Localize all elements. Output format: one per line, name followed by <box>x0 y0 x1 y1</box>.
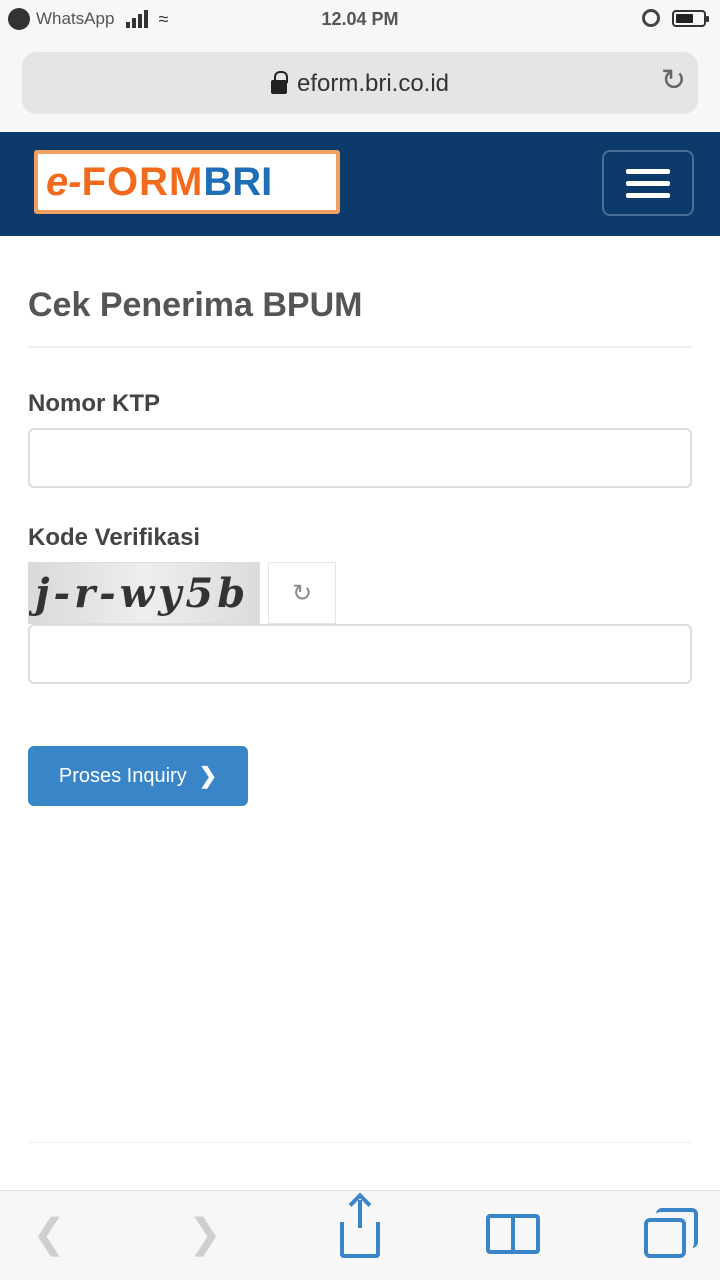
eform-bri-logo[interactable]: e- FORM BRI <box>34 150 340 214</box>
status-right <box>642 9 709 27</box>
ktp-input[interactable] <box>28 428 692 488</box>
address-bar-content: eform.bri.co.id <box>22 70 698 98</box>
process-inquiry-button[interactable]: Proses Inquiry ❯ <box>28 746 248 806</box>
hamburger-icon-line <box>626 180 670 186</box>
page-title: Cek Penerima BPUM <box>28 286 363 324</box>
process-inquiry-label: Proses Inquiry <box>58 764 187 787</box>
bookmarks-icon[interactable] <box>484 1209 542 1259</box>
captcha-refresh-button[interactable]: ↻ <box>268 562 336 624</box>
battery-icon <box>672 9 709 27</box>
orientation-lock-icon <box>642 9 660 27</box>
ktp-label: Nomor KTP <box>28 390 160 417</box>
status-time: 12.04 PM <box>321 9 399 29</box>
logo-form: FORM <box>81 159 204 204</box>
captcha-text: j-r-wy5b <box>35 569 250 617</box>
share-icon[interactable] <box>334 1200 386 1259</box>
title-divider <box>28 346 692 348</box>
forward-icon[interactable]: ❯ <box>180 1209 230 1259</box>
back-icon[interactable]: ❮ <box>24 1209 74 1259</box>
padlock-icon <box>270 71 288 94</box>
logo-e: e- <box>46 159 82 204</box>
logo-bri: BRI <box>203 159 273 204</box>
footer-divider <box>28 1142 692 1143</box>
reload-icon[interactable]: ↻ <box>661 66 686 96</box>
refresh-icon: ↻ <box>291 579 313 607</box>
hamburger-icon <box>626 168 670 174</box>
url-text[interactable]: eform.bri.co.id <box>297 70 449 98</box>
address-bar[interactable]: eform.bri.co.id ↻ <box>22 52 698 114</box>
verification-code-input[interactable] <box>28 624 692 684</box>
chevron-right-icon: ❯ <box>198 763 218 788</box>
verification-code-label: Kode Verifikasi <box>28 524 201 551</box>
captcha-image: j-r-wy5b <box>28 562 260 624</box>
hamburger-icon-line <box>626 192 670 198</box>
hamburger-menu-button[interactable] <box>602 150 694 216</box>
status-bar: WhatsApp ≈ 12.04 PM <box>0 0 720 40</box>
browser-url-area: eform.bri.co.id ↻ <box>0 40 720 132</box>
tabs-icon[interactable] <box>636 1208 698 1259</box>
browser-toolbar: ❮ ❯ <box>0 1190 720 1280</box>
site-header: e- FORM BRI <box>0 132 720 236</box>
